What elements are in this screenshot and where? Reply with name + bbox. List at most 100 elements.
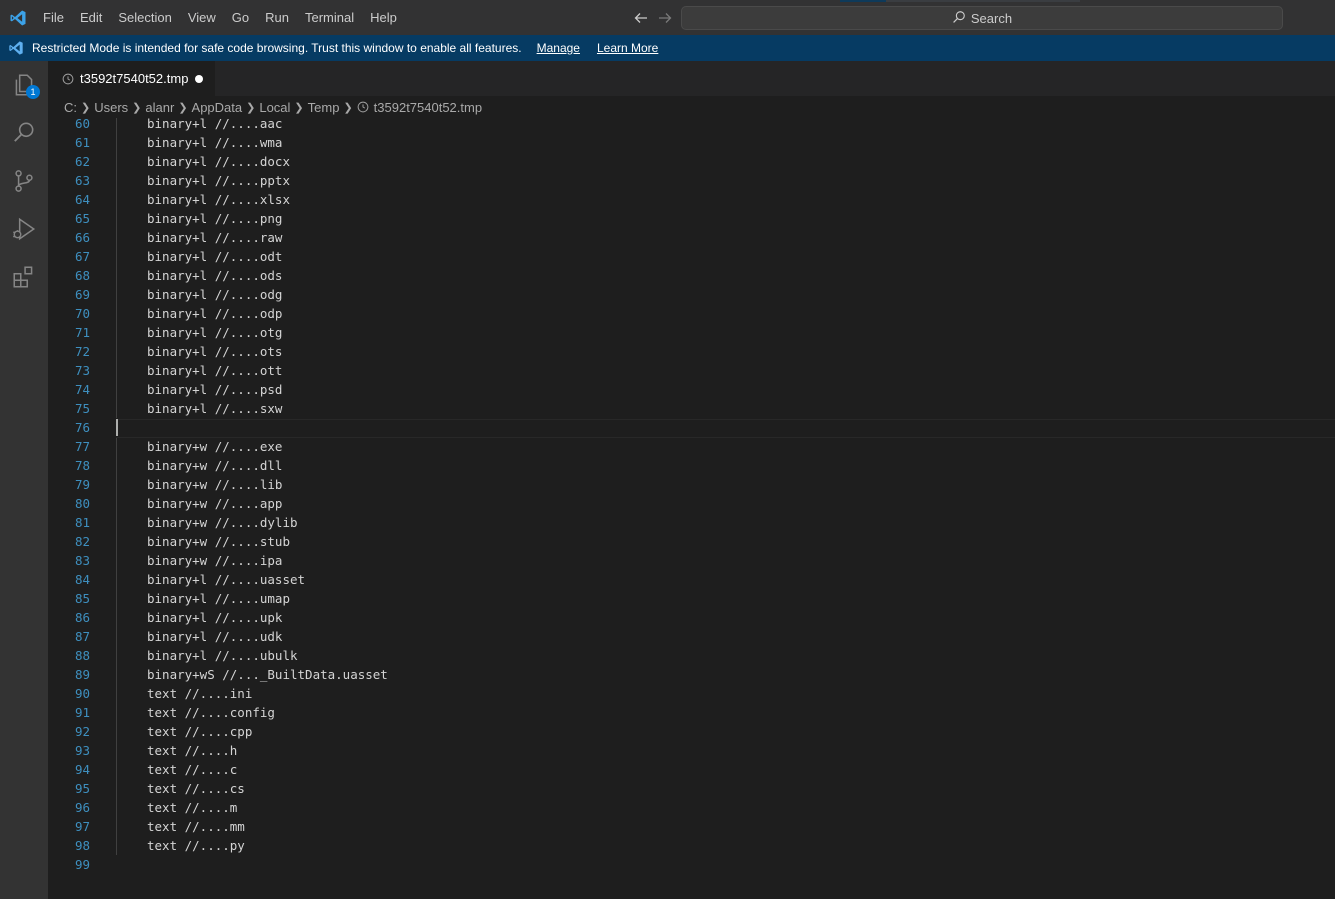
code-text: text //....config <box>147 705 275 720</box>
code-line[interactable]: 82 binary+w //....stub <box>48 532 1335 551</box>
line-number: 86 <box>74 610 90 625</box>
code-text: binary+l //....psd <box>147 382 283 397</box>
breadcrumb-item[interactable]: Local <box>259 100 290 115</box>
line-number: 75 <box>74 401 90 416</box>
extensions-icon[interactable] <box>0 253 48 301</box>
search-label: Search <box>970 10 1013 26</box>
line-number: 62 <box>74 154 90 169</box>
code-text: binary+w //....dll <box>147 458 283 473</box>
code-line[interactable]: 94 text //....c <box>48 760 1335 779</box>
code-line[interactable]: 86 binary+l //....upk <box>48 608 1335 627</box>
code-line[interactable]: 62 binary+l //....docx <box>48 152 1335 171</box>
line-number: 83 <box>74 553 90 568</box>
menu-go[interactable]: Go <box>224 0 257 35</box>
line-number: 93 <box>74 743 90 758</box>
code-text: binary+l //....raw <box>147 230 283 245</box>
code-text: binary+l //....otg <box>147 325 283 340</box>
run-debug-icon[interactable] <box>0 205 48 253</box>
code-line[interactable]: 76 <box>48 418 1335 437</box>
line-number: 91 <box>74 705 90 720</box>
code-line[interactable]: 70 binary+l //....odp <box>48 304 1335 323</box>
forward-arrow-icon[interactable] <box>656 9 674 27</box>
breadcrumb-item[interactable]: alanr <box>145 100 174 115</box>
code-editor[interactable]: 60 binary+l //....aac 61 binary+l //....wma… <box>48 118 1335 899</box>
code-line[interactable]: 75 binary+l //....sxw <box>48 399 1335 418</box>
breadcrumb-item[interactable]: C: <box>64 100 77 115</box>
unsaved-dot-icon[interactable] <box>195 75 203 83</box>
code-line[interactable]: 89 binary+wS //..._BuiltData.uasset <box>48 665 1335 684</box>
code-line[interactable]: 92 text //....cpp <box>48 722 1335 741</box>
line-number: 92 <box>74 724 90 739</box>
code-line[interactable]: 93 text //....h <box>48 741 1335 760</box>
code-line[interactable]: 87 binary+l //....udk <box>48 627 1335 646</box>
code-line[interactable]: 68 binary+l //....ods <box>48 266 1335 285</box>
code-text: text //....mm <box>147 819 245 834</box>
breadcrumb-item[interactable]: Temp <box>308 100 340 115</box>
menu-file[interactable]: File <box>35 0 72 35</box>
code-line[interactable]: 65 binary+l //....png <box>48 209 1335 228</box>
code-line[interactable]: 90 text //....ini <box>48 684 1335 703</box>
breadcrumb-item[interactable]: Users <box>94 100 128 115</box>
code-line[interactable]: 77 binary+w //....exe <box>48 437 1335 456</box>
code-line[interactable]: 81 binary+w //....dylib <box>48 513 1335 532</box>
menu-edit[interactable]: Edit <box>72 0 110 35</box>
code-line[interactable]: 61 binary+l //....wma <box>48 133 1335 152</box>
code-line[interactable]: 91 text //....config <box>48 703 1335 722</box>
line-number: 77 <box>74 439 90 454</box>
chevron-right-icon: ❯ <box>343 101 353 114</box>
title-bar: File Edit Selection View Go Run Terminal… <box>0 0 1335 35</box>
navigation-controls <box>632 0 674 35</box>
menu-terminal[interactable]: Terminal <box>297 0 362 35</box>
code-line[interactable]: 74 binary+l //....psd <box>48 380 1335 399</box>
code-line[interactable]: 66 binary+l //....raw <box>48 228 1335 247</box>
code-line[interactable]: 72 binary+l //....ots <box>48 342 1335 361</box>
menu-help[interactable]: Help <box>362 0 405 35</box>
menu-view[interactable]: View <box>180 0 224 35</box>
code-text: binary+l //....ots <box>147 344 283 359</box>
code-line[interactable]: 97 text //....mm <box>48 817 1335 836</box>
code-line[interactable]: 79 binary+w //....lib <box>48 475 1335 494</box>
code-line[interactable]: 98 text //....py <box>48 836 1335 855</box>
line-number: 65 <box>74 211 90 226</box>
code-line[interactable]: 88 binary+l //....ubulk <box>48 646 1335 665</box>
code-line[interactable]: 67 binary+l //....odt <box>48 247 1335 266</box>
code-text: text //....c <box>147 762 238 777</box>
back-arrow-icon[interactable] <box>632 9 650 27</box>
code-line[interactable]: 95 text //....cs <box>48 779 1335 798</box>
menu-selection[interactable]: Selection <box>110 0 179 35</box>
code-text: text //....cs <box>147 781 245 796</box>
line-number: 84 <box>74 572 90 587</box>
restricted-mode-banner: Restricted Mode is intended for safe cod… <box>0 35 1335 61</box>
menu-run[interactable]: Run <box>257 0 297 35</box>
breadcrumb-item[interactable]: AppData <box>192 100 243 115</box>
learn-more-link[interactable]: Learn More <box>597 41 658 55</box>
line-number: 98 <box>74 838 90 853</box>
line-number: 73 <box>74 363 90 378</box>
code-line[interactable]: 83 binary+w //....ipa <box>48 551 1335 570</box>
code-line[interactable]: 69 binary+l //....odg <box>48 285 1335 304</box>
code-text: binary+w //....stub <box>147 534 290 549</box>
code-text: text //....ini <box>147 686 253 701</box>
code-line[interactable]: 71 binary+l //....otg <box>48 323 1335 342</box>
code-line[interactable]: 80 binary+w //....app <box>48 494 1335 513</box>
line-number: 90 <box>74 686 90 701</box>
explorer-icon[interactable]: 1 <box>0 61 48 109</box>
code-line[interactable]: 99 <box>48 855 1335 874</box>
search-icon[interactable] <box>0 109 48 157</box>
code-line[interactable]: 73 binary+l //....ott <box>48 361 1335 380</box>
code-line[interactable]: 85 binary+l //....umap <box>48 589 1335 608</box>
manage-link[interactable]: Manage <box>537 41 580 55</box>
source-control-icon[interactable] <box>0 157 48 205</box>
command-center-search[interactable]: Search <box>681 6 1283 30</box>
code-line[interactable]: 84 binary+l //....uasset <box>48 570 1335 589</box>
code-line[interactable]: 64 binary+l //....xlsx <box>48 190 1335 209</box>
breadcrumb-file[interactable]: t3592t7540t52.tmp <box>357 100 482 115</box>
banner-message: Restricted Mode is intended for safe cod… <box>32 41 522 55</box>
code-line[interactable]: 63 binary+l //....pptx <box>48 171 1335 190</box>
code-line[interactable]: 78 binary+w //....dll <box>48 456 1335 475</box>
clock-file-icon <box>62 73 74 85</box>
code-line[interactable]: 96 text //....m <box>48 798 1335 817</box>
clock-file-icon <box>357 101 369 113</box>
tab-active-file[interactable]: t3592t7540t52.tmp <box>48 61 215 96</box>
code-line[interactable]: 60 binary+l //....aac <box>48 118 1335 133</box>
